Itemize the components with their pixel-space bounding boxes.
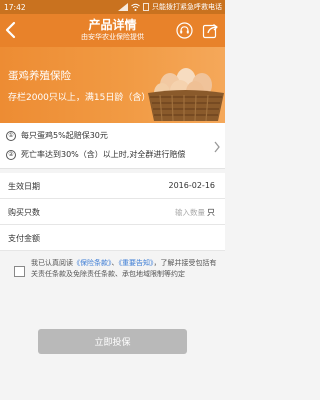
- agreement-section: 我已认真阅读《保险条款》、《重要告知》，了解并接受包括有关责任条款及免除责任条款…: [0, 255, 225, 310]
- submit-insure-button[interactable]: 立即投保: [38, 329, 187, 354]
- effective-date-value: 2016-02-16: [168, 181, 216, 190]
- chevron-right-icon[interactable]: [213, 141, 221, 153]
- term-index: ①: [6, 130, 16, 141]
- customer-service-icon[interactable]: [176, 22, 193, 39]
- agreement-prefix: 我已认真阅读: [31, 259, 73, 267]
- quantity-label: 购买只数: [8, 208, 40, 217]
- term-item: ② 死亡率达到30%（含）以上时,对全群进行赔偿: [6, 149, 185, 160]
- important-notice-link[interactable]: 《重要告知》: [119, 259, 154, 267]
- egg-basket-image: [148, 68, 224, 121]
- term-index: ②: [6, 149, 16, 160]
- signal-icon: [118, 3, 128, 11]
- app-header: 产品详情 由安华农业保险提供: [0, 14, 225, 47]
- sim-icon: [143, 3, 149, 11]
- status-time: 17:42: [4, 2, 26, 12]
- agreement-joiner: 、: [111, 259, 119, 267]
- product-banner: 蛋鸡养殖保险 存栏2000只以上，满15日龄（含）以上: [0, 47, 225, 123]
- payment-row: 支付金额: [0, 225, 225, 251]
- status-right: 只能拨打紧急呼救电话: [118, 0, 222, 14]
- product-name: 蛋鸡养殖保险: [8, 70, 71, 82]
- term-text: 死亡率达到30%（含）以上时,对全群进行赔偿: [21, 150, 186, 159]
- effective-date-row: 生效日期 2016-02-16: [0, 173, 225, 199]
- payment-label: 支付金额: [8, 234, 40, 243]
- quantity-input[interactable]: [153, 205, 205, 219]
- status-bar: 17:42 只能拨打紧急呼救电话: [0, 0, 225, 14]
- quantity-row: 购买只数 只: [0, 199, 225, 225]
- effective-date-label: 生效日期: [8, 182, 40, 191]
- wifi-icon: [131, 3, 140, 11]
- term-item: ① 每只蛋鸡5%起赔保30元: [6, 130, 108, 141]
- term-text: 每只蛋鸡5%起赔保30元: [21, 131, 108, 140]
- quantity-unit: 只: [207, 208, 215, 217]
- coverage-terms[interactable]: ① 每只蛋鸡5%起赔保30元 ② 死亡率达到30%（含）以上时,对全群进行赔偿: [0, 123, 225, 169]
- policy-terms-link[interactable]: 《保险条款》: [73, 259, 112, 267]
- share-icon[interactable]: [202, 22, 219, 39]
- agree-checkbox[interactable]: [14, 266, 25, 277]
- agreement-text: 我已认真阅读《保险条款》、《重要告知》，了解并接受包括有关责任条款及免除责任条款…: [31, 258, 217, 280]
- status-notice: 只能拨打紧急呼救电话: [152, 3, 222, 11]
